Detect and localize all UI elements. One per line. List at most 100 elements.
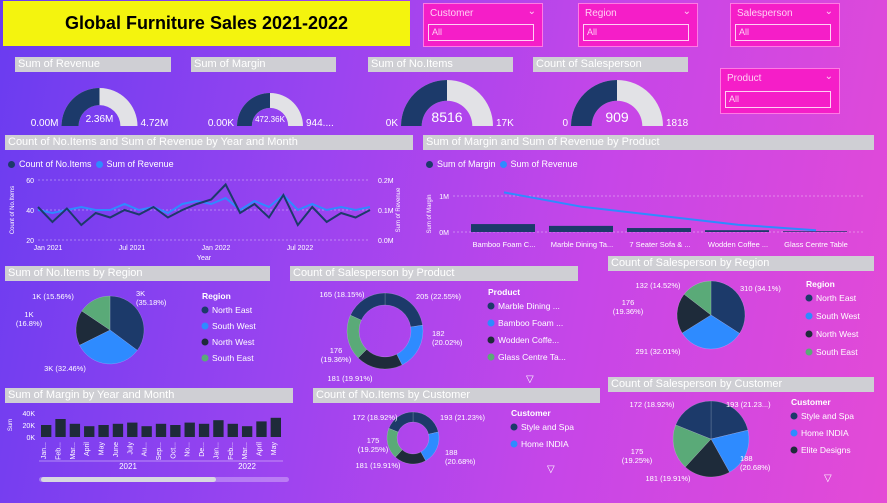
legend-dot bbox=[805, 330, 813, 338]
legend-dot bbox=[487, 353, 495, 361]
gauge-min: 0.00M bbox=[31, 118, 59, 129]
legend-dot bbox=[487, 302, 495, 310]
pie-customer-title: Count of Salesperson by Customer bbox=[608, 377, 874, 392]
bar bbox=[198, 423, 210, 437]
gauge-chart: 909 0 1818 bbox=[562, 80, 689, 129]
legend-title: Region bbox=[806, 279, 835, 289]
data-label: 165 (18.15%) bbox=[319, 290, 365, 299]
chevron-down-icon[interactable]: ⌄ bbox=[528, 6, 536, 17]
legend-item: North West bbox=[816, 329, 859, 339]
gauge-value: 2.36M bbox=[86, 114, 114, 125]
x-tick-label: April bbox=[84, 442, 91, 456]
pie-slice bbox=[396, 324, 424, 366]
gauge-min: 0K bbox=[386, 118, 399, 129]
x-tick-label: Feb... bbox=[56, 442, 63, 460]
y2-tick-label: 0.0M bbox=[378, 238, 394, 245]
legend-dot bbox=[510, 423, 518, 431]
salesperson-slicer[interactable]: Salesperson ⌄ All bbox=[730, 3, 840, 47]
x-axis-label: Year bbox=[197, 255, 212, 262]
chevron-down-icon[interactable]: ⌄ bbox=[825, 71, 833, 82]
x-tick-label: De... bbox=[199, 442, 206, 457]
data-label: 172 (18.92%) bbox=[629, 400, 675, 409]
bar-margin bbox=[549, 225, 613, 232]
gauge-title: Sum of Revenue bbox=[15, 57, 171, 72]
legend-dot bbox=[805, 348, 813, 356]
bar bbox=[241, 426, 253, 437]
legend-item: South West bbox=[816, 311, 860, 321]
legend-item: Home INDIA bbox=[521, 439, 569, 449]
gauge-min: 0 bbox=[562, 118, 568, 129]
bar bbox=[55, 419, 66, 437]
data-label: 193 (21.23...) bbox=[726, 400, 771, 409]
data-label: (16.8%) bbox=[16, 319, 43, 328]
donut-product-title: Count of Salesperson by Product bbox=[290, 266, 578, 281]
y-tick-label: 60 bbox=[26, 178, 34, 185]
legend-item: South West bbox=[212, 321, 256, 331]
bar bbox=[69, 423, 81, 437]
data-label: 176 bbox=[622, 298, 635, 307]
gauge-title: Sum of Margin bbox=[191, 57, 336, 72]
gauge-title: Count of Salesperson bbox=[533, 57, 688, 72]
dashboard-title: Global Furniture Sales 2021-2022 bbox=[3, 1, 410, 46]
dashboard-title-text: Global Furniture Sales 2021-2022 bbox=[64, 13, 349, 33]
bar bbox=[84, 426, 95, 437]
gauge-chart: 8516 0K 17K bbox=[386, 80, 514, 129]
y-tick-label: 1M bbox=[439, 194, 449, 201]
gauge-max: 4.72M bbox=[141, 118, 169, 129]
legend-item: North East bbox=[816, 293, 857, 303]
x-tick-label: Wodden Coffee ... bbox=[708, 240, 768, 249]
line1-legend: Count of No.Items Sum of Revenue bbox=[8, 159, 174, 169]
customer-slicer[interactable]: Customer ⌄ All bbox=[423, 3, 543, 47]
bar bbox=[112, 423, 124, 437]
x-tick-label: May bbox=[99, 442, 106, 456]
salesperson-slicer-dropdown[interactable]: All bbox=[735, 24, 831, 41]
x-tick-label: Au... bbox=[142, 442, 149, 456]
x-tick-label: Mar... bbox=[242, 442, 249, 460]
series-line-revenue bbox=[503, 191, 817, 232]
legend-item: South East bbox=[816, 347, 858, 357]
legend-dot bbox=[8, 160, 15, 168]
bar bbox=[127, 422, 138, 437]
y-tick-label: 0M bbox=[439, 230, 449, 237]
legend-item: Home INDIA bbox=[801, 428, 849, 438]
region-slicer[interactable]: Region ⌄ All bbox=[578, 3, 698, 47]
bar-margin bbox=[627, 228, 691, 232]
legend-dot bbox=[790, 429, 798, 437]
legend-dot bbox=[499, 160, 507, 168]
product-slicer[interactable]: Product ⌄ All bbox=[720, 68, 840, 114]
pie-slice bbox=[346, 314, 367, 359]
x-tick-label: Marble Dining Ta... bbox=[551, 240, 613, 249]
data-label: 175 bbox=[367, 436, 380, 445]
legend-dot bbox=[510, 440, 518, 448]
legend-title: Customer bbox=[791, 397, 831, 407]
region-slicer-dropdown[interactable]: All bbox=[583, 24, 689, 41]
product-slicer-dropdown[interactable]: All bbox=[725, 91, 831, 108]
year-label: 2021 bbox=[119, 462, 137, 471]
data-label: 182 bbox=[432, 329, 445, 338]
y-tick-label: 0K bbox=[26, 435, 35, 442]
y-tick-label: 20K bbox=[23, 423, 36, 430]
customer-slicer-dropdown[interactable]: All bbox=[428, 24, 534, 41]
x-tick-label: Jan 2021 bbox=[34, 245, 63, 252]
chevron-down-icon[interactable]: ⌄ bbox=[683, 6, 691, 17]
data-label: (35.18%) bbox=[136, 298, 167, 307]
legend-dot bbox=[95, 160, 103, 168]
legend-title: Product bbox=[488, 287, 520, 297]
x-tick-label: Jul 2021 bbox=[119, 245, 146, 252]
data-label: 3K (32.46%) bbox=[44, 364, 86, 373]
data-label: 176 bbox=[330, 346, 343, 355]
legend-item: Elite Designs bbox=[801, 445, 851, 455]
x-tick-label: No... bbox=[185, 442, 192, 457]
chevron-down-icon[interactable]: ⌄ bbox=[825, 6, 833, 17]
legend-dot bbox=[790, 446, 798, 454]
data-label: 132 (14.52%) bbox=[635, 281, 681, 290]
gauge-chart: 472.36K 0.00K 944.... bbox=[208, 93, 334, 129]
scroll-down-icon: ▽ bbox=[824, 473, 832, 484]
legend-item: North West bbox=[212, 337, 255, 347]
legend-dot bbox=[426, 160, 433, 168]
x-tick-label: Jan 2022 bbox=[202, 245, 231, 252]
x-tick-label: Jan... bbox=[213, 442, 220, 459]
data-label: (19.36%) bbox=[321, 355, 352, 364]
line2-chart: 1M 0M Sum of Margin Bamboo Foam C... Marble … bbox=[427, 191, 863, 249]
data-label: 188 bbox=[740, 454, 753, 463]
